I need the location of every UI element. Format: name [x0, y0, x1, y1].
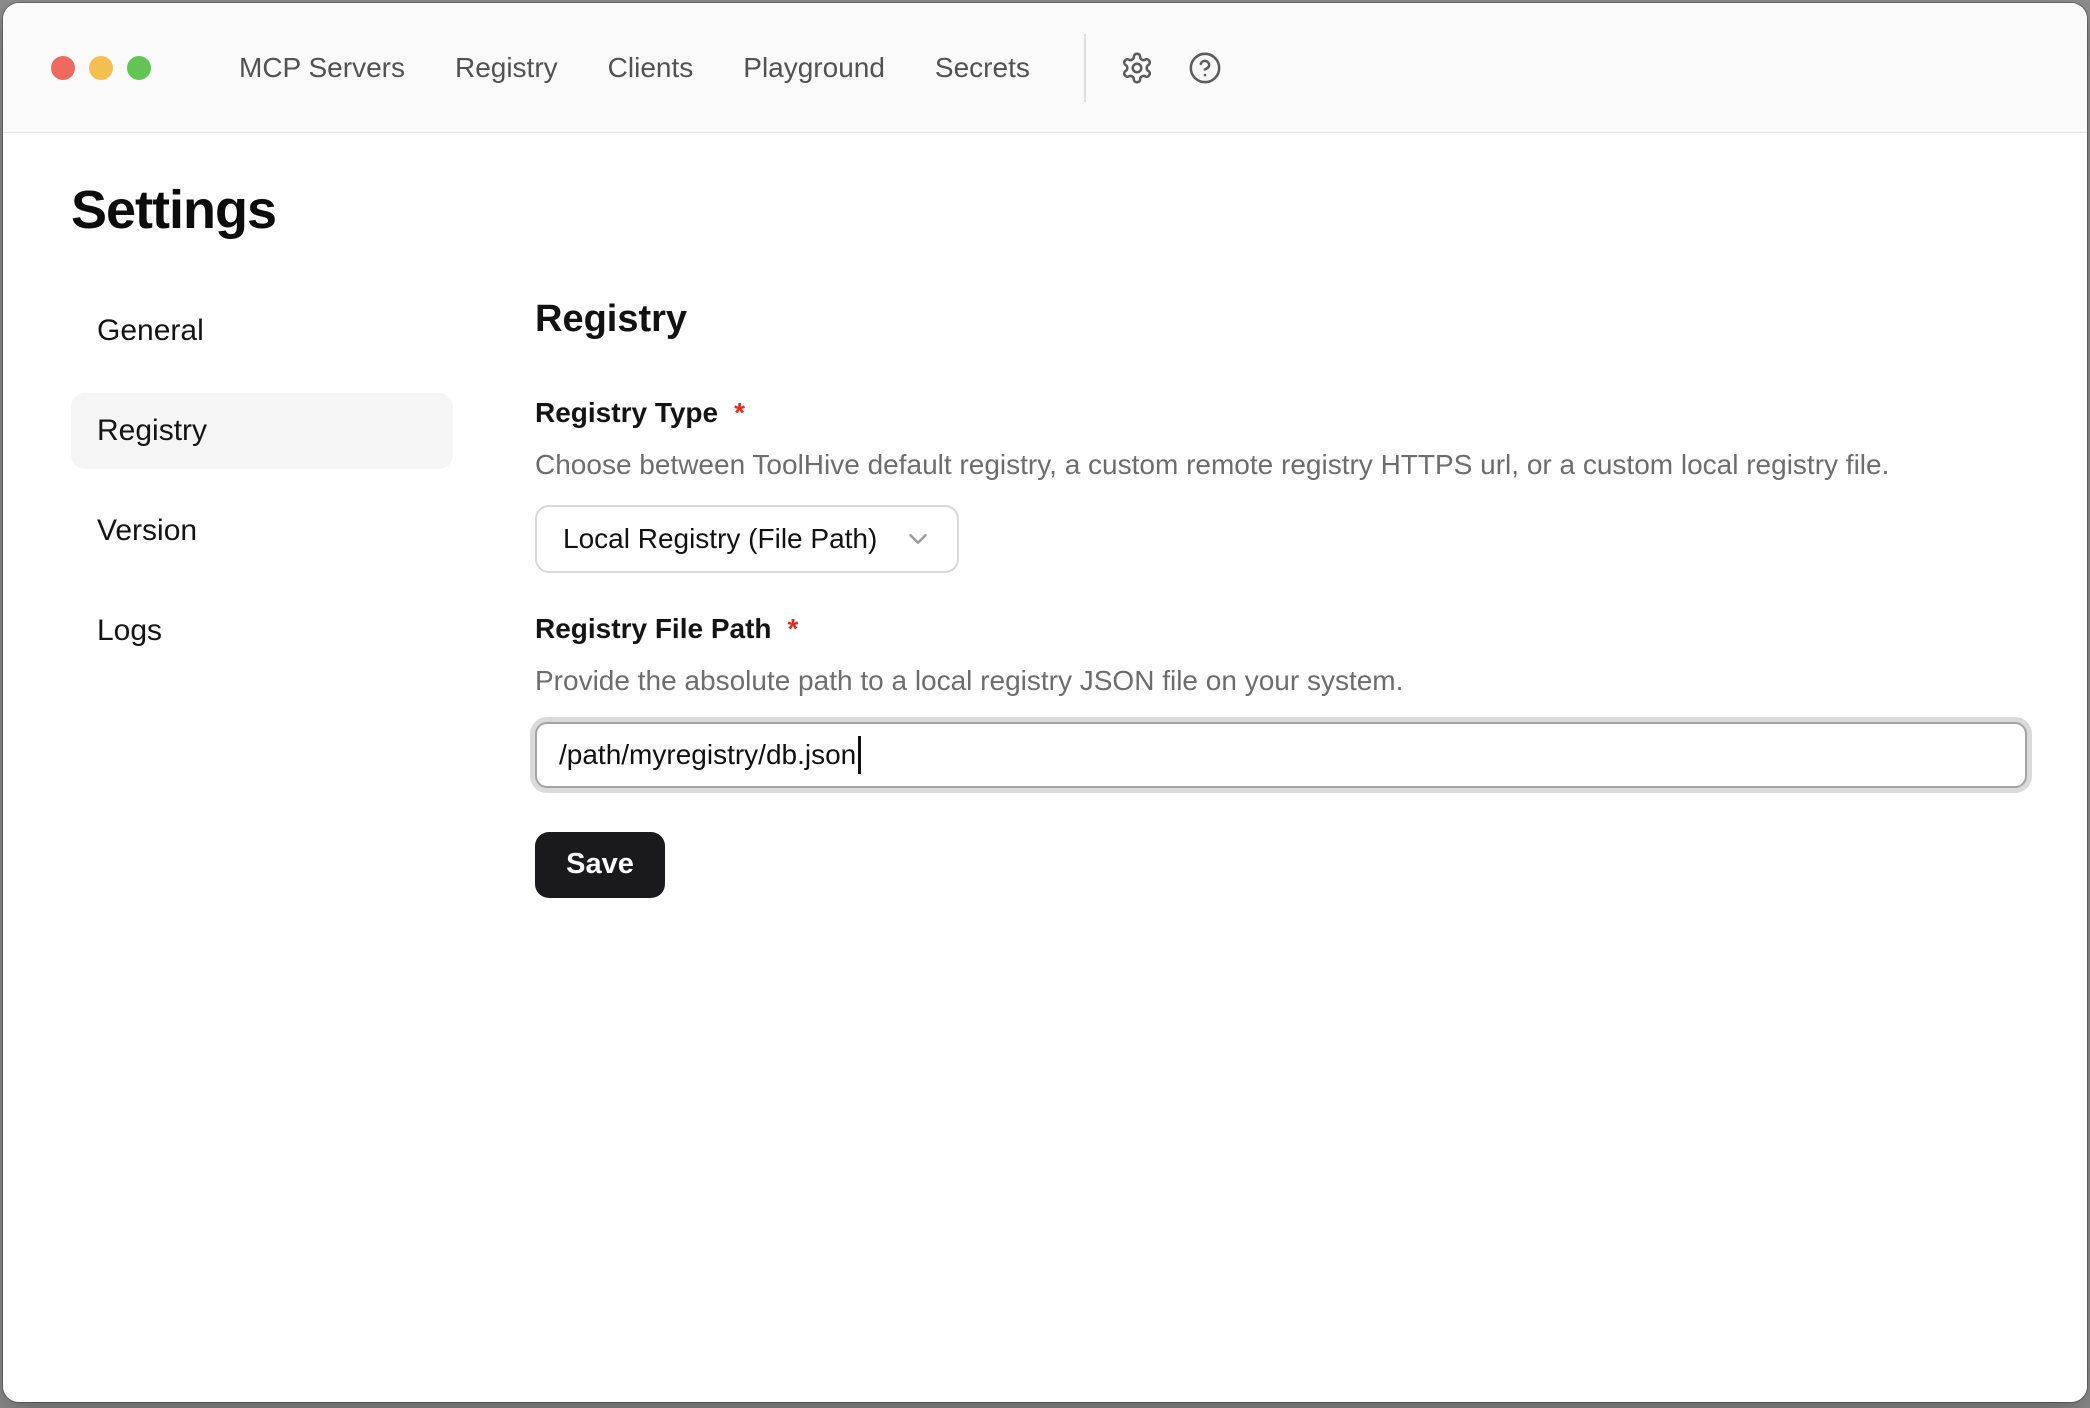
titlebar: MCP Servers Registry Clients Playground … — [3, 3, 2087, 133]
sidebar-item-registry[interactable]: Registry — [71, 393, 453, 469]
chevron-down-icon — [903, 524, 933, 554]
maximize-button[interactable] — [127, 56, 151, 80]
required-asterisk: * — [734, 397, 745, 429]
top-navigation: MCP Servers Registry Clients Playground … — [239, 52, 1030, 84]
registry-file-path-label: Registry File Path * — [535, 613, 2027, 645]
registry-file-path-value: /path/myregistry/db.json — [559, 739, 856, 771]
sidebar-item-logs[interactable]: Logs — [71, 593, 453, 669]
settings-sidebar: General Registry Version Logs — [71, 293, 453, 693]
close-button[interactable] — [51, 56, 75, 80]
nav-mcp-servers[interactable]: MCP Servers — [239, 52, 405, 84]
nav-playground[interactable]: Playground — [743, 52, 885, 84]
registry-type-label-text: Registry Type — [535, 397, 718, 429]
settings-page: Settings General Registry Version Logs R… — [3, 133, 2087, 1402]
section-heading: Registry — [535, 299, 2027, 341]
settings-gear-icon[interactable] — [1120, 51, 1154, 85]
registry-file-path-input[interactable]: /path/myregistry/db.json — [535, 722, 2027, 788]
titlebar-divider — [1084, 34, 1086, 102]
page-title: Settings — [71, 179, 2027, 241]
registry-type-label: Registry Type * — [535, 397, 2027, 429]
nav-secrets[interactable]: Secrets — [935, 52, 1030, 84]
nav-clients[interactable]: Clients — [608, 52, 694, 84]
save-button[interactable]: Save — [535, 832, 665, 898]
registry-type-select[interactable]: Local Registry (File Path) — [535, 505, 959, 573]
nav-registry[interactable]: Registry — [455, 52, 558, 84]
sidebar-item-version[interactable]: Version — [71, 493, 453, 569]
help-icon[interactable] — [1188, 51, 1222, 85]
registry-settings-panel: Registry Registry Type * Choose between … — [535, 293, 2027, 898]
registry-type-selected-value: Local Registry (File Path) — [563, 523, 877, 555]
titlebar-actions — [1120, 51, 1222, 85]
sidebar-item-general[interactable]: General — [71, 293, 453, 369]
text-caret — [858, 736, 861, 774]
registry-file-path-label-text: Registry File Path — [535, 613, 772, 645]
app-window: MCP Servers Registry Clients Playground … — [3, 3, 2087, 1402]
required-asterisk: * — [788, 613, 799, 645]
window-controls — [51, 56, 151, 80]
registry-type-description: Choose between ToolHive default registry… — [535, 449, 2027, 481]
registry-file-path-description: Provide the absolute path to a local reg… — [535, 665, 2027, 697]
minimize-button[interactable] — [89, 56, 113, 80]
